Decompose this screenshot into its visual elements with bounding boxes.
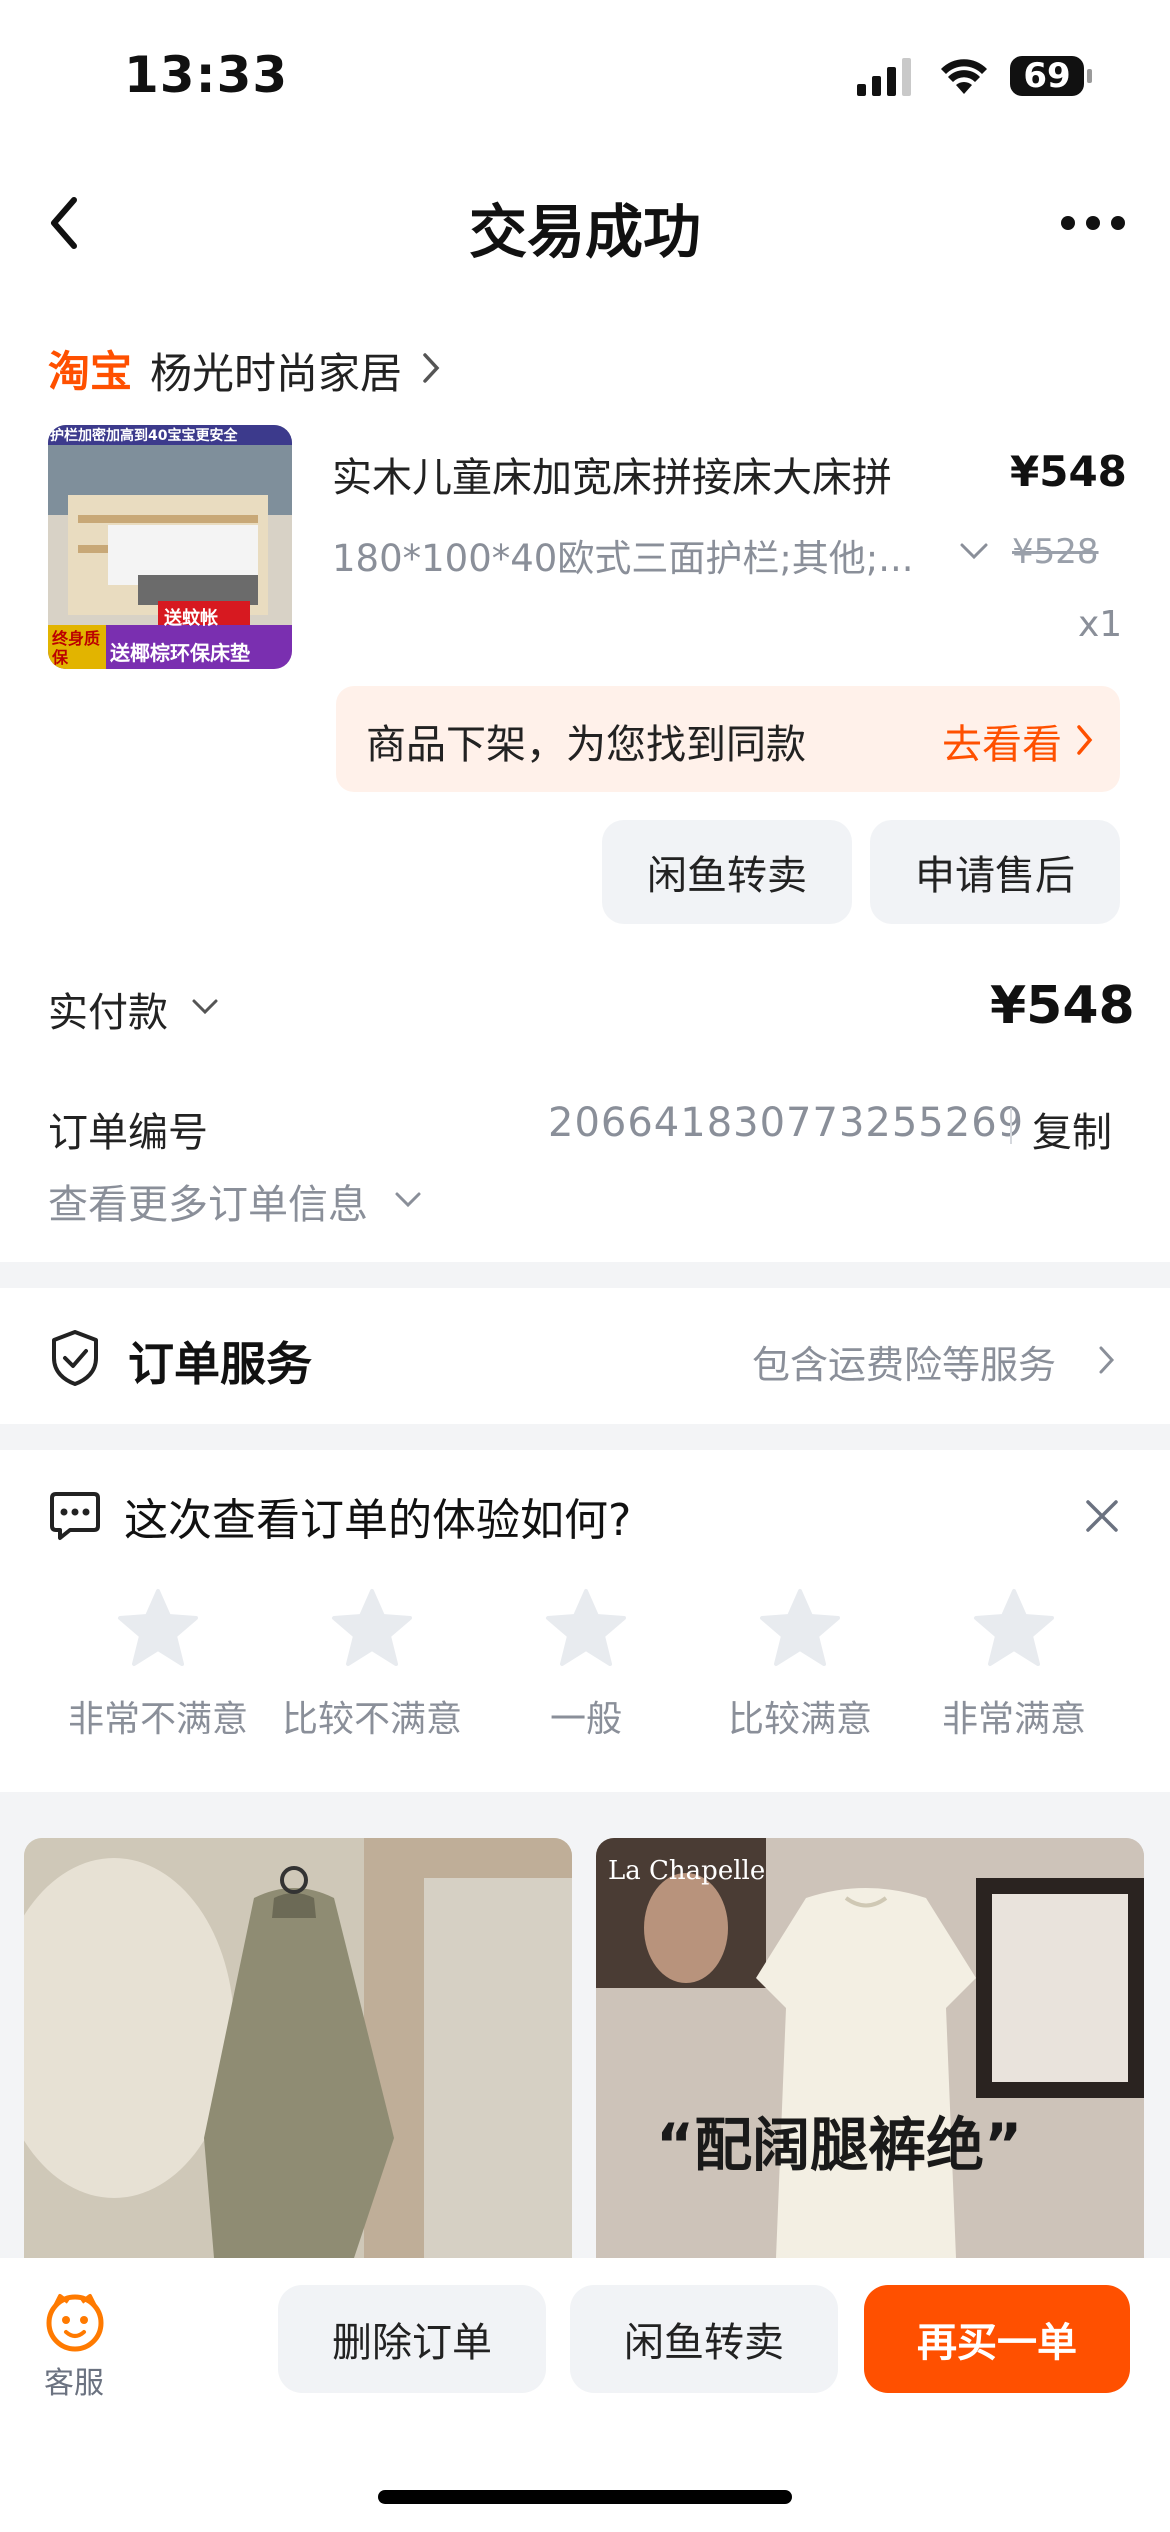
order-number-label: 订单编号	[48, 1110, 208, 1156]
chevron-right-icon	[1077, 725, 1093, 755]
chevron-right-icon	[423, 353, 440, 383]
after-sale-button[interactable]: 申请售后	[870, 820, 1120, 924]
product-photo	[596, 1838, 1144, 2258]
star-icon	[760, 1589, 840, 1666]
wifi-icon	[941, 59, 987, 94]
card-brand-text: La Chapelle	[608, 1856, 766, 1886]
copy-button[interactable]: 复制	[1032, 1100, 1112, 1158]
customer-service-icon[interactable]	[44, 2290, 106, 2352]
rating-option[interactable]: 非常满意	[914, 1588, 1114, 1742]
image-banner-text: 护栏加密加高到40宝宝更安全	[50, 428, 238, 444]
chevron-down-icon[interactable]	[393, 1190, 423, 1210]
card-caption: “配阔腿裤绝”	[656, 2111, 1023, 2179]
star-icon	[118, 1589, 198, 1666]
product-price: ¥548	[1010, 447, 1127, 496]
buy-again-button[interactable]: 再买一单	[864, 2285, 1130, 2393]
order-service-title: 订单服务	[128, 1337, 312, 1391]
rating-label: 非常不满意	[67, 1699, 248, 1740]
taobao-logo: 淘宝	[48, 347, 133, 396]
image-bottom-text: 送椰棕环保床垫	[110, 641, 250, 665]
rating-label: 比较满意	[727, 1699, 872, 1740]
status-time: 13:33	[124, 46, 289, 104]
rating-option[interactable]: 比较不满意	[272, 1588, 472, 1742]
chevron-down-icon[interactable]	[958, 540, 990, 562]
more-order-info-link[interactable]: 查看更多订单信息	[48, 1172, 368, 1230]
image-warranty-text: 终身质保	[52, 629, 101, 667]
recommendation-card[interactable]: La Chapelle “配阔腿裤绝”	[596, 1838, 1144, 2258]
star-icon	[546, 1589, 626, 1666]
product-image[interactable]: 护栏加密加高到40宝宝更安全 送蚊帐 终身质保 送椰棕环保床垫	[48, 425, 292, 669]
product-photo	[24, 1838, 572, 2258]
rating-option[interactable]: 非常不满意	[58, 1588, 258, 1742]
notice-text: 商品下架，为您找到同款	[366, 722, 806, 768]
product-title[interactable]: 实木儿童床加宽床拼接床大床拼	[332, 445, 952, 503]
original-price: ¥528	[1012, 532, 1099, 572]
order-service-desc[interactable]: 包含运费险等服务	[752, 1334, 1056, 1389]
chevron-right-icon	[1099, 1346, 1115, 1374]
paid-amount: ¥548	[990, 976, 1135, 1036]
quantity: x1	[1078, 604, 1123, 645]
chat-bubble-icon	[50, 1492, 100, 1540]
divider	[1010, 1108, 1012, 1144]
home-indicator	[378, 2490, 792, 2504]
back-icon[interactable]	[40, 190, 90, 256]
signal-icon	[857, 58, 911, 96]
order-number: 2066418307732552​69	[548, 1100, 1025, 1146]
product-spec[interactable]: 180*100*40欧式三面护栏;其他;...	[332, 528, 944, 582]
feedback-question: 这次查看订单的体验如何?	[124, 1495, 632, 1546]
battery-icon: 69	[1008, 54, 1094, 98]
recommendation-card[interactable]	[24, 1838, 572, 2258]
battery-level: 69	[1023, 56, 1071, 96]
star-icon	[332, 1589, 412, 1666]
rating-option[interactable]: 比较满意	[700, 1588, 900, 1742]
page-title: 交易成功	[468, 198, 701, 266]
rating-label: 比较不满意	[281, 1699, 462, 1740]
star-icon	[974, 1589, 1054, 1666]
rating-label: 一般	[549, 1699, 622, 1740]
paid-label[interactable]: 实付款	[48, 980, 168, 1038]
shop-name[interactable]: 杨光时尚家居	[150, 340, 402, 401]
more-icon[interactable]	[1058, 210, 1128, 236]
shield-check-icon	[52, 1330, 98, 1386]
resell-button[interactable]: 闲鱼转卖	[570, 2285, 838, 2393]
delete-order-button[interactable]: 删除订单	[278, 2285, 546, 2393]
view-similar-link[interactable]: 去看看	[942, 712, 1062, 770]
image-badge-text: 送蚊帐	[164, 608, 218, 629]
chevron-down-icon[interactable]	[190, 997, 220, 1017]
close-icon[interactable]	[1082, 1496, 1122, 1536]
resell-button[interactable]: 闲鱼转卖	[602, 820, 852, 924]
customer-service-label[interactable]: 客服	[44, 2358, 104, 2402]
rating-option[interactable]: 一般	[486, 1588, 686, 1742]
rating-label: 非常满意	[941, 1699, 1086, 1740]
